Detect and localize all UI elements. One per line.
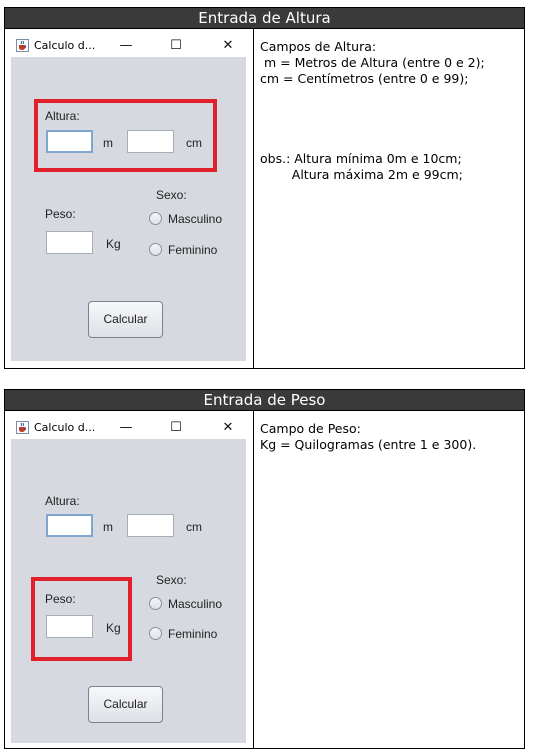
note-line [260, 87, 518, 103]
altura-highlight-box [34, 99, 217, 172]
section-body: Calculo d... — ☐ ✕ Altura: m cm Sexo: Pe… [5, 29, 524, 368]
note-line: cm = Centímetros (entre 0 e 99); [260, 71, 469, 86]
calculo-window: Calculo d... — ☐ ✕ Altura: m cm Sexo: Pe… [11, 417, 246, 743]
window-titlebar: Calculo d... — ☐ ✕ [11, 35, 246, 57]
notes-cell: Campo de Peso: Kg = Quilogramas (entre 1… [254, 411, 524, 748]
close-button[interactable]: ✕ [213, 418, 243, 438]
masculino-radio[interactable] [149, 597, 162, 610]
calculo-window: Calculo d... — ☐ ✕ Altura: m cm Sexo: Pe… [11, 35, 246, 361]
section-header: Entrada de Altura [5, 8, 524, 29]
altura-label: Altura: [45, 494, 80, 508]
window-title: Calculo d... [34, 39, 96, 52]
close-button[interactable]: ✕ [213, 36, 243, 56]
masculino-label[interactable]: Masculino [168, 597, 222, 611]
note-line: Altura máxima 2m e 99cm; [260, 167, 463, 182]
note-line [260, 119, 518, 135]
feminino-radio[interactable] [149, 243, 162, 256]
maximize-button[interactable]: ☐ [161, 36, 191, 56]
feminino-label[interactable]: Feminino [168, 627, 217, 641]
screenshot-cell: Calculo d... — ☐ ✕ Altura: m cm Sexo: Pe… [5, 29, 254, 368]
kg-label: Kg [106, 237, 121, 251]
notes-cell: Campos de Altura: m = Metros de Altura (… [254, 29, 524, 368]
peso-label: Peso: [45, 207, 76, 221]
java-cup-icon [16, 421, 29, 434]
peso-input[interactable] [46, 231, 93, 254]
sexo-label: Sexo: [156, 188, 187, 202]
note-line: obs.: Altura mínima 0m e 10cm; [260, 151, 462, 166]
section-body: Calculo d... — ☐ ✕ Altura: m cm Sexo: Pe… [5, 411, 524, 748]
calcular-button[interactable]: Calcular [88, 686, 163, 723]
note-line: Campo de Peso: [260, 421, 361, 436]
altura-cm-input[interactable] [127, 514, 174, 537]
peso-highlight-box [31, 577, 132, 661]
m-label: m [103, 520, 113, 534]
window-title: Calculo d... [34, 421, 96, 434]
note-line [260, 135, 518, 151]
section-peso: Entrada de Peso Calculo d... — ☐ ✕ Altur… [4, 389, 525, 749]
note-line: m = Metros de Altura (entre 0 e 2); [260, 55, 485, 70]
screenshot-cell: Calculo d... — ☐ ✕ Altura: m cm Sexo: Pe… [5, 411, 254, 748]
masculino-radio[interactable] [149, 212, 162, 225]
minimize-button[interactable]: — [111, 36, 141, 56]
cm-label: cm [186, 520, 202, 534]
feminino-radio[interactable] [149, 627, 162, 640]
maximize-button[interactable]: ☐ [161, 418, 191, 438]
sexo-label: Sexo: [156, 573, 187, 587]
section-header: Entrada de Peso [5, 390, 524, 411]
window-titlebar: Calculo d... — ☐ ✕ [11, 417, 246, 439]
minimize-button[interactable]: — [111, 418, 141, 438]
note-line: Kg = Quilogramas (entre 1 e 300). [260, 437, 477, 452]
note-line: Campos de Altura: [260, 39, 377, 54]
section-altura: Entrada de Altura Calculo d... — ☐ ✕ Alt… [4, 7, 525, 369]
altura-m-input[interactable] [46, 514, 93, 537]
note-line [260, 103, 518, 119]
masculino-label[interactable]: Masculino [168, 212, 222, 226]
calcular-button[interactable]: Calcular [88, 301, 163, 338]
java-cup-icon [16, 39, 29, 52]
feminino-label[interactable]: Feminino [168, 243, 217, 257]
